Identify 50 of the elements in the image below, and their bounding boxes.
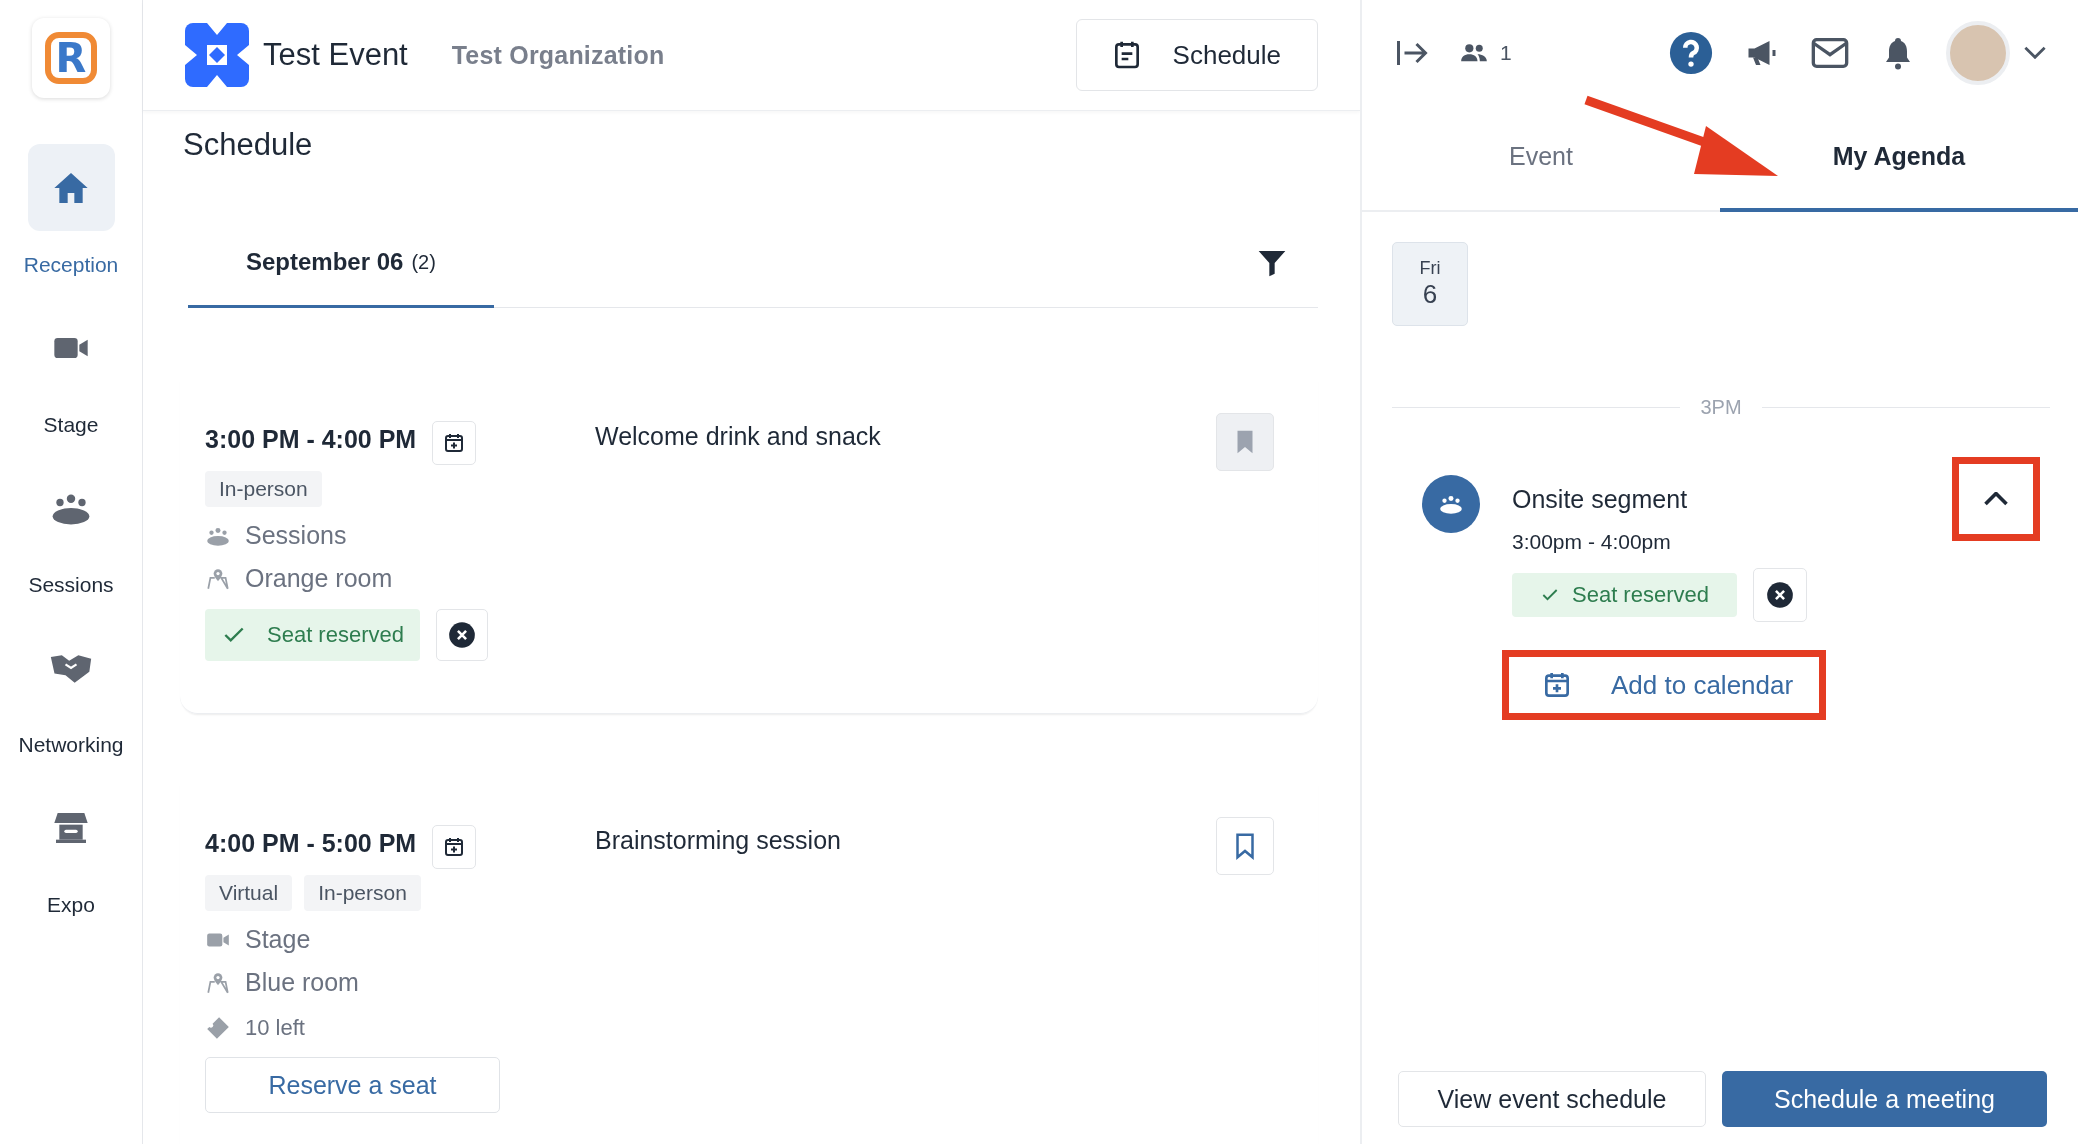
cancel-reservation-button[interactable] [1752, 568, 1807, 622]
help-button[interactable] [1668, 29, 1714, 76]
session-title: Brainstorming session [595, 825, 842, 856]
bookmark-button[interactable] [1216, 817, 1274, 875]
event-logo [185, 23, 249, 87]
room-name: Orange room [245, 564, 393, 593]
schedule-button[interactable]: Schedule [1075, 19, 1318, 91]
chevron-up-icon [1984, 491, 2008, 507]
page-title: Schedule [183, 127, 314, 163]
seat-reserved-status: Seat reserved [1512, 573, 1737, 617]
agenda-item-title: Onsite segment [1512, 485, 1689, 514]
day-number: 6 [1422, 279, 1438, 310]
day-chip[interactable]: Fri 6 [1392, 242, 1468, 326]
add-to-calendar-button[interactable] [432, 825, 477, 869]
format-tag: Virtual [205, 875, 293, 911]
nav-item[interactable]: Networking [0, 624, 143, 784]
view-schedule-button[interactable]: View event schedule [1398, 1071, 1706, 1127]
seats-left: 10 left [245, 1015, 305, 1041]
session-time: 3:00 PM - 4:00 PM [205, 424, 417, 454]
app-logo[interactable]: R [32, 18, 110, 98]
close-icon [447, 621, 476, 649]
session-title: Welcome drink and snack [595, 421, 882, 452]
track-name: Sessions [245, 521, 347, 550]
nav-item[interactable]: Sessions [0, 464, 143, 624]
format-tag: In-person [205, 471, 322, 507]
weekday-label: Fri [1419, 258, 1441, 279]
schedule-meeting-button[interactable]: Schedule a meeting [1722, 1071, 2047, 1127]
cancel-reservation-button[interactable] [435, 609, 488, 661]
seat-reserved-status: Seat reserved [205, 609, 420, 661]
date-tab[interactable]: September 06 (2) [188, 219, 494, 308]
nav-item[interactable]: Reception [0, 144, 143, 304]
panel-tab[interactable]: Event [1362, 105, 1720, 212]
agenda-item-time: 3:00pm - 4:00pm [1512, 530, 1672, 554]
hour-label: 3PM [1700, 396, 1742, 419]
nav-item[interactable]: Stage [0, 304, 143, 464]
ticket-icon [205, 1015, 231, 1041]
nav-item[interactable]: Expo [0, 784, 143, 944]
close-icon [1765, 581, 1794, 609]
reserve-seat-button[interactable]: Reserve a seat [205, 1057, 500, 1113]
track-name: Stage [245, 925, 311, 954]
add-to-calendar-button[interactable] [432, 421, 477, 465]
format-tag: In-person [304, 875, 421, 911]
organization-name: Test Organization [451, 40, 665, 70]
add-to-calendar-button[interactable]: Add to calendar [1513, 661, 1816, 709]
room-name: Blue room [245, 968, 359, 997]
session-time: 4:00 PM - 5:00 PM [205, 828, 417, 858]
event-title: Test Event [263, 37, 408, 73]
attendee-count: 1 [1500, 40, 1512, 65]
chevron-down-icon [2024, 46, 2046, 59]
help-icon [1668, 29, 1714, 76]
